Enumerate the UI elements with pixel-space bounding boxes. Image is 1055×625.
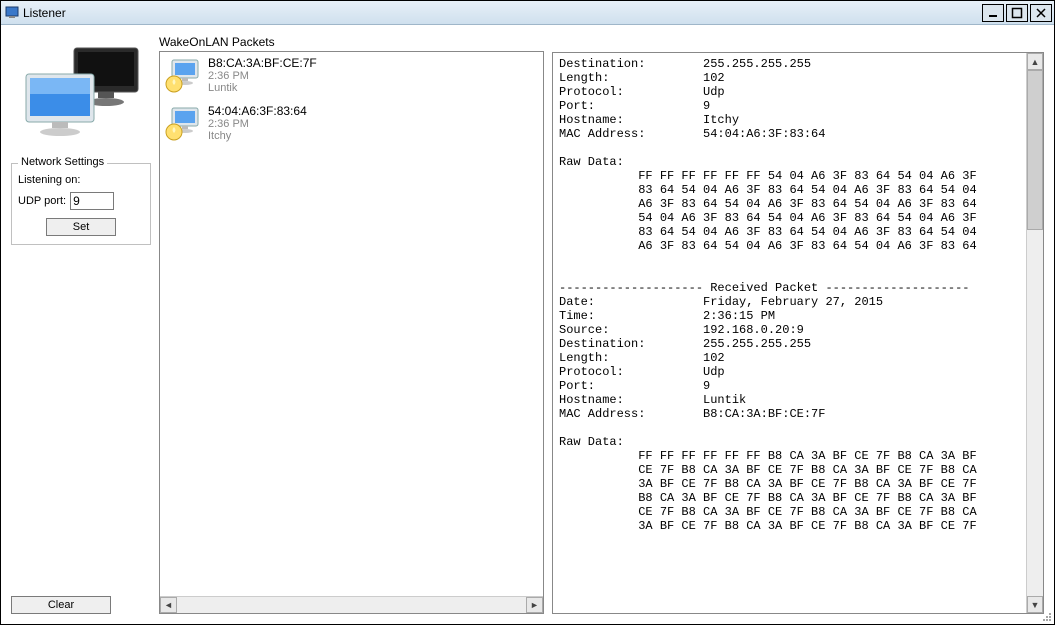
packets-header: WakeOnLAN Packets [159,35,544,49]
packet-item[interactable]: B8:CA:3A:BF:CE:7F2:36 PMLuntik [162,54,541,102]
clear-button[interactable]: Clear [11,596,111,614]
scroll-left-arrow-icon[interactable]: ◄ [160,597,177,613]
detail-panel: Destination: 255.255.255.255 Length: 102… [552,35,1044,614]
maximize-button[interactable] [1006,4,1028,22]
resize-grip-icon[interactable] [1040,610,1052,622]
scroll-track[interactable] [177,597,526,613]
scroll-track[interactable] [1027,230,1043,596]
minimize-button[interactable] [982,4,1004,22]
packet-monitor-icon [164,104,204,144]
packet-host: Luntik [208,82,317,94]
monitors-image [11,35,151,155]
scroll-right-arrow-icon[interactable]: ► [526,597,543,613]
scroll-thumb[interactable] [1027,70,1043,230]
close-button[interactable] [1030,4,1052,22]
packet-listbox[interactable]: B8:CA:3A:BF:CE:7F2:36 PMLuntik54:04:A6:3… [159,51,544,614]
detail-text[interactable]: Destination: 255.255.255.255 Length: 102… [553,53,1026,613]
network-settings-group: Network Settings Listening on: UDP port:… [11,163,151,245]
scroll-up-arrow-icon[interactable]: ▲ [1027,53,1043,70]
content-area: Network Settings Listening on: UDP port:… [1,25,1054,624]
packet-list-panel: WakeOnLAN Packets B8:CA:3A:BF:CE:7F2:36 … [159,35,544,614]
packet-time: 2:36 PM [208,118,307,130]
packet-mac: 54:04:A6:3F:83:64 [208,104,307,118]
horizontal-scrollbar[interactable]: ◄ ► [160,596,543,613]
network-settings-legend: Network Settings [18,156,107,168]
packet-mac: B8:CA:3A:BF:CE:7F [208,56,317,70]
set-button[interactable]: Set [46,218,116,236]
app-window: Listener [0,0,1055,625]
window-title: Listener [23,6,980,20]
left-panel: Network Settings Listening on: UDP port:… [11,35,151,614]
udp-port-input[interactable] [70,192,114,210]
vertical-scrollbar[interactable]: ▲ ▼ [1026,53,1043,613]
packet-time: 2:36 PM [208,70,317,82]
listening-label: Listening on: [18,174,144,186]
packet-monitor-icon [164,56,204,96]
packet-host: Itchy [208,130,307,142]
udp-port-label: UDP port: [18,195,66,207]
titlebar[interactable]: Listener [1,1,1054,25]
packet-item[interactable]: 54:04:A6:3F:83:642:36 PMItchy [162,102,541,150]
app-icon [5,6,19,20]
detail-textbox[interactable]: Destination: 255.255.255.255 Length: 102… [552,52,1044,614]
